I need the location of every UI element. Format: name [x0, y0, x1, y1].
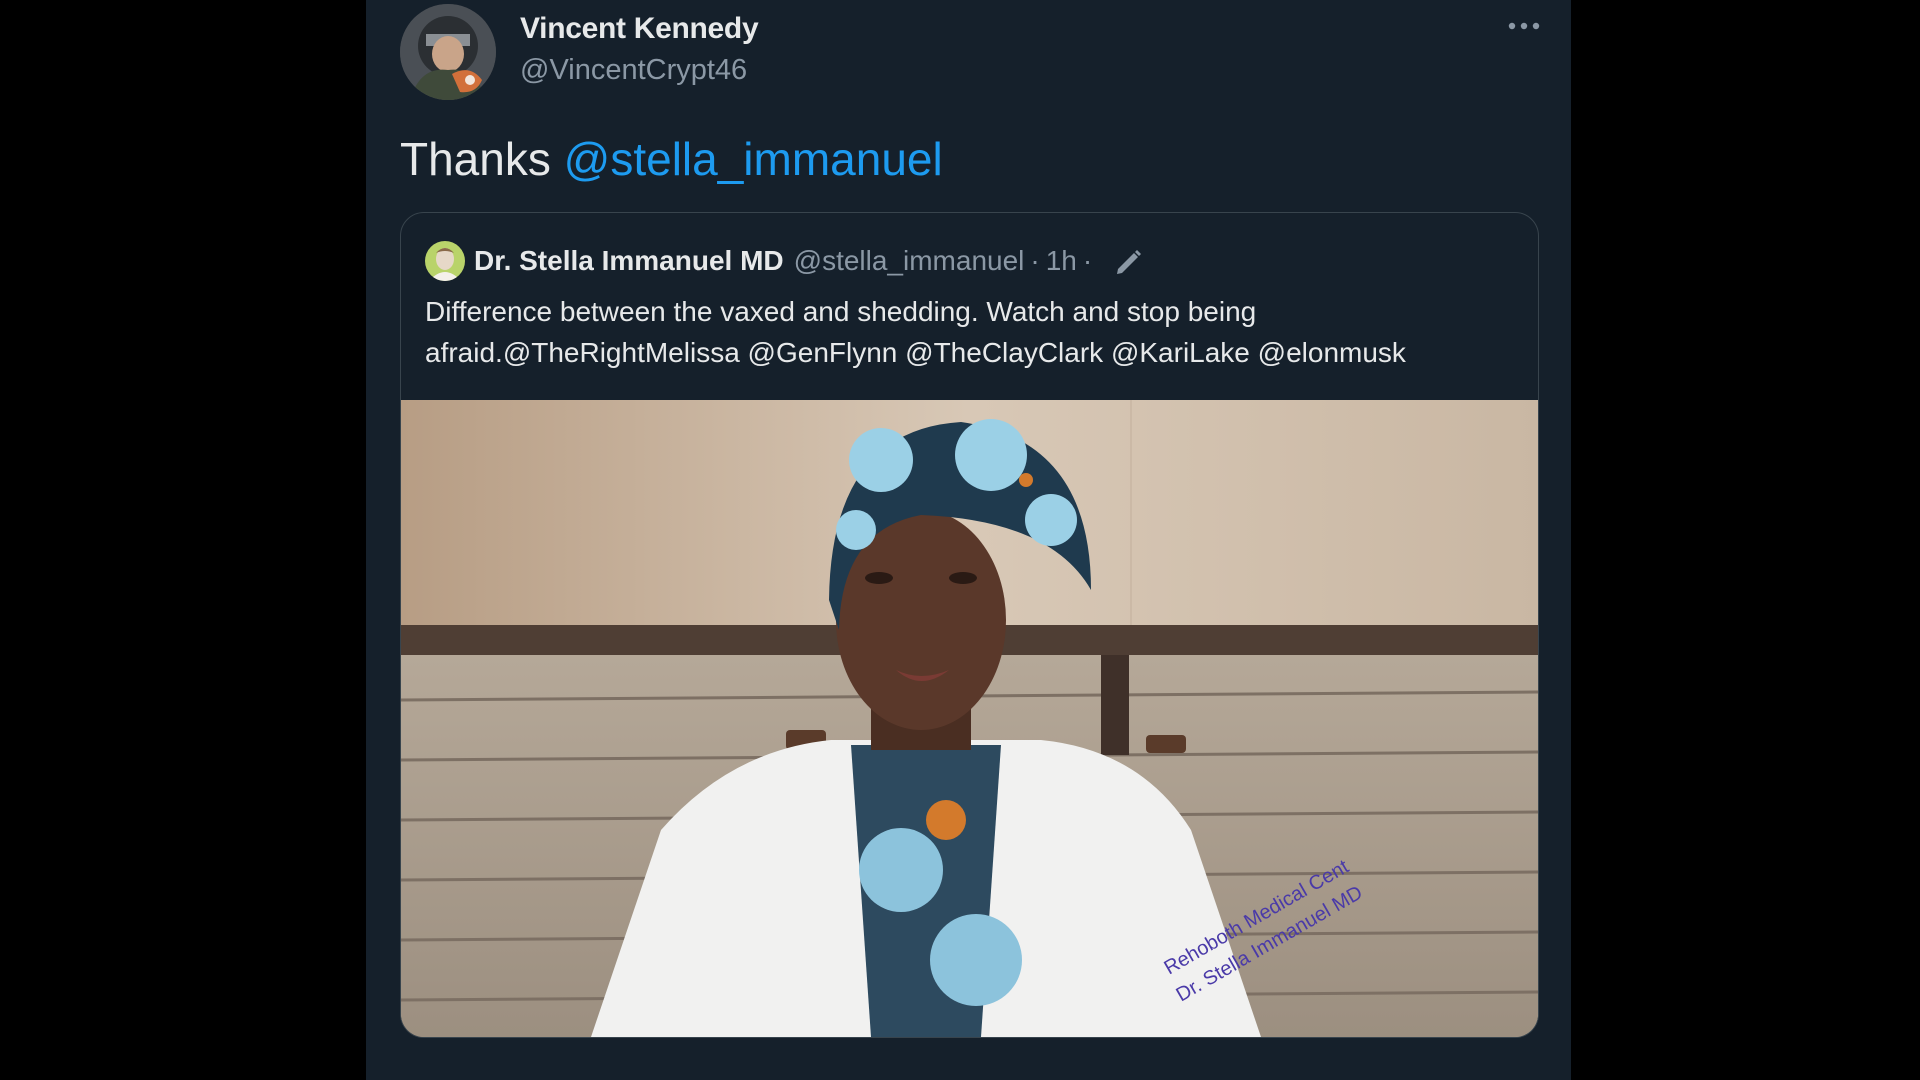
quoted-tweet-text: Difference between the vaxed and sheddin… — [425, 291, 1515, 373]
quoted-author-name[interactable]: Dr. Stella Immanuel MD — [474, 245, 784, 277]
quoted-tweet-time[interactable]: 1h — [1046, 245, 1077, 277]
tweet-card: Vincent Kennedy @VincentCrypt46 Thanks @… — [366, 0, 1571, 1080]
tweet-text: Thanks @stella_immanuel — [400, 132, 943, 186]
quoted-author-handle[interactable]: @stella_immanuel — [794, 245, 1025, 277]
quoted-author-avatar[interactable] — [425, 241, 465, 281]
separator-dot: · — [1030, 245, 1040, 276]
more-options-icon[interactable] — [1504, 16, 1544, 36]
quoted-video[interactable]: Rehoboth Medical Cent Dr. Stella Immanue… — [401, 400, 1538, 1037]
quoted-tweet[interactable]: Dr. Stella Immanuel MD @stella_immanuel … — [400, 212, 1539, 1038]
quoted-text-line: afraid.@TheRightMelissa @GenFlynn @TheCl… — [425, 337, 1406, 368]
pencil-edit-icon[interactable] — [1112, 245, 1144, 277]
author-name[interactable]: Vincent Kennedy — [520, 12, 759, 46]
mention-link[interactable]: @stella_immanuel — [564, 133, 943, 185]
author-handle[interactable]: @VincentCrypt46 — [520, 54, 747, 87]
author-avatar[interactable] — [400, 4, 496, 100]
separator-dot: · — [1082, 245, 1093, 276]
tweet-text-prefix: Thanks — [400, 133, 564, 185]
quoted-tweet-header: Dr. Stella Immanuel MD @stella_immanuel … — [425, 239, 1144, 283]
quoted-text-line: Difference between the vaxed and sheddin… — [425, 296, 1257, 327]
